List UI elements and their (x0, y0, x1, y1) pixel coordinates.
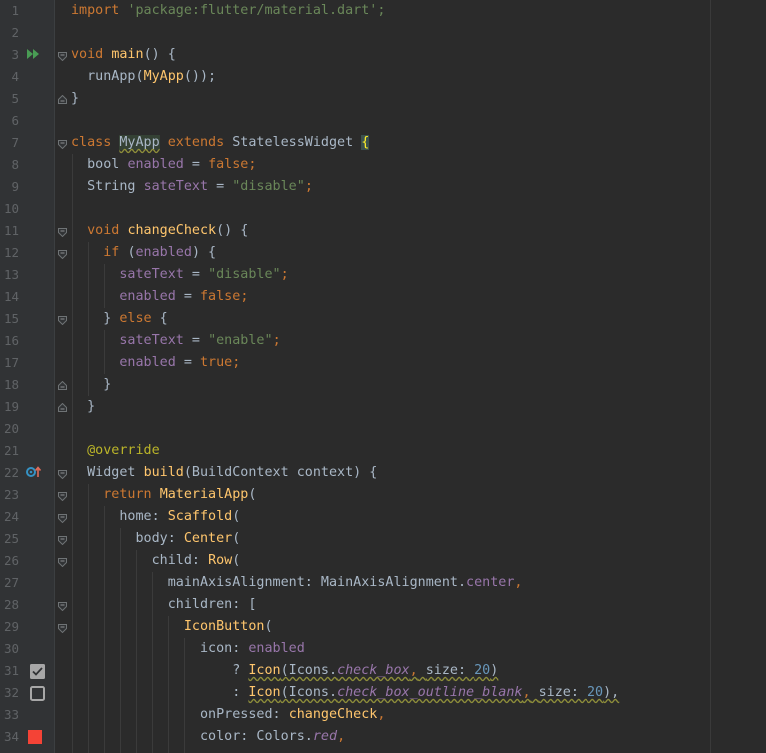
code-line[interactable]: color: Colors.red, (71, 726, 345, 748)
code-line[interactable]: IconButton( (71, 616, 273, 638)
line-number: 23 (3, 487, 19, 502)
line-number: 32 (3, 685, 19, 700)
code-line[interactable]: @override (71, 440, 160, 462)
code-line[interactable]: runApp(MyApp()); (71, 66, 216, 88)
line-number: 4 (11, 69, 19, 84)
line-number: 26 (3, 553, 19, 568)
line-number: 14 (3, 289, 19, 304)
code-line[interactable]: } else { (71, 308, 168, 330)
line-number: 18 (3, 377, 19, 392)
line-number: 17 (3, 355, 19, 370)
line-number: 24 (3, 509, 19, 524)
code-line[interactable]: String sateText = "disable"; (71, 176, 313, 198)
fold-marker[interactable] (58, 556, 67, 568)
line-number: 34 (3, 729, 19, 744)
line-number: 16 (3, 333, 19, 348)
line-number: 27 (3, 575, 19, 590)
line-number: 15 (3, 311, 19, 326)
red-color-swatch-icon[interactable] (28, 730, 42, 744)
code-line[interactable]: return MaterialApp( (71, 484, 256, 506)
gutter-divider (54, 0, 55, 753)
run-main-icon[interactable] (27, 48, 41, 64)
code-line[interactable]: class MyApp extends StatelessWidget { (71, 132, 370, 154)
fold-marker[interactable] (58, 490, 67, 502)
code-line[interactable]: import 'package:flutter/material.dart'; (71, 0, 385, 22)
code-line[interactable]: Widget build(BuildContext context) { (71, 462, 377, 484)
line-number: 30 (3, 641, 19, 656)
fold-marker[interactable] (58, 622, 67, 634)
code-line[interactable]: onPressed: changeCheck, (71, 704, 385, 726)
code-line[interactable]: } (71, 88, 79, 110)
code-line[interactable]: child: Row( (71, 550, 241, 572)
line-number: 28 (3, 597, 19, 612)
line-number: 1 (11, 3, 19, 18)
fold-marker[interactable] (58, 314, 67, 326)
fold-marker[interactable] (58, 50, 67, 62)
code-line[interactable]: children: [ (71, 594, 257, 616)
code-line[interactable]: if (enabled) { (71, 242, 216, 264)
fold-marker[interactable] (58, 248, 67, 260)
line-number: 21 (3, 443, 19, 458)
line-number: 31 (3, 663, 19, 678)
fold-marker[interactable] (58, 512, 67, 524)
code-line[interactable]: body: Center( (71, 528, 241, 550)
line-number: 20 (3, 421, 19, 436)
fold-marker[interactable] (58, 600, 67, 612)
fold-marker[interactable] (58, 379, 67, 390)
code-line[interactable]: sateText = "disable"; (71, 264, 288, 286)
fold-marker[interactable] (58, 93, 67, 104)
line-number: 9 (11, 179, 19, 194)
line-number: 5 (11, 91, 19, 106)
right-margin-guide (710, 0, 711, 753)
code-line[interactable]: void main() { (71, 44, 176, 66)
line-number: 11 (3, 223, 19, 238)
line-number: 25 (3, 531, 19, 546)
code-line[interactable]: mainAxisAlignment: MainAxisAlignment.cen… (71, 572, 523, 594)
fold-marker[interactable] (58, 534, 67, 546)
line-number: 8 (11, 157, 19, 172)
fold-marker[interactable] (58, 226, 67, 238)
line-number: 33 (3, 707, 19, 722)
code-line[interactable]: } (71, 396, 95, 418)
fold-marker[interactable] (58, 138, 67, 150)
code-line[interactable]: icon: enabled (71, 638, 305, 660)
line-number: 3 (11, 47, 19, 62)
line-number: 7 (11, 135, 19, 150)
line-number: 12 (3, 245, 19, 260)
code-line[interactable]: enabled = true; (71, 352, 240, 374)
check-box-icon[interactable] (30, 664, 45, 683)
code-line[interactable]: void changeCheck() { (71, 220, 248, 242)
line-number: 19 (3, 399, 19, 414)
fold-marker[interactable] (58, 468, 67, 480)
override-method-icon[interactable] (26, 466, 42, 482)
code-line[interactable]: } (71, 374, 111, 396)
code-line[interactable]: sateText = "enable"; (71, 330, 280, 352)
code-line[interactable]: enabled = false; (71, 286, 248, 308)
code-line[interactable]: ? Icon(Icons.check_box, size: 20) (71, 660, 498, 682)
code-line[interactable]: : Icon(Icons.check_box_outline_blank, si… (71, 682, 619, 704)
line-number: 29 (3, 619, 19, 634)
line-number: 2 (11, 25, 19, 40)
line-number: 10 (3, 201, 19, 216)
code-editor[interactable]: 1 2 3 4 5 6 7 8 9 10 11 12 13 14 15 16 1… (0, 0, 766, 753)
line-number: 13 (3, 267, 19, 282)
line-number: 6 (11, 113, 19, 128)
code-line[interactable]: bool enabled = false; (71, 154, 256, 176)
check-box-outline-blank-icon[interactable] (30, 686, 45, 705)
line-number: 22 (3, 465, 19, 480)
fold-marker[interactable] (58, 401, 67, 412)
code-line[interactable]: home: Scaffold( (71, 506, 240, 528)
